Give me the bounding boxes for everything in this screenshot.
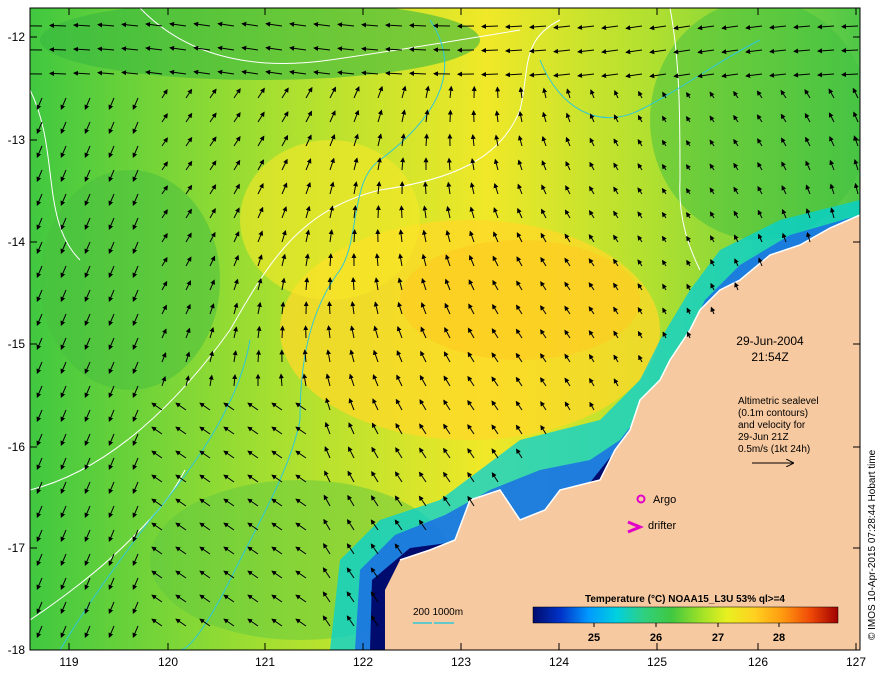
velocity-vector <box>50 49 66 50</box>
bathymetry-legend-label: 200 1000m <box>413 607 463 618</box>
timestamp-block: 29-Jun-2004 21:54Z <box>700 333 840 365</box>
lon-tick-label: 121 <box>255 655 275 669</box>
argo-label: Argo <box>653 494 676 506</box>
drifter-label: drifter <box>648 520 676 532</box>
altimetry-info-line: (0.1m contours) <box>738 408 858 420</box>
altimetry-info: Altimetric sealevel(0.1m contours)and ve… <box>738 396 858 456</box>
altimetry-info-line: 29-Jun 21Z <box>738 432 858 444</box>
velocity-vector <box>497 87 498 98</box>
colorbar-tick-label: 26 <box>650 632 662 644</box>
velocity-vector <box>282 326 283 338</box>
altimetry-info-line: 0.5m/s (1kt 24h) <box>738 444 858 456</box>
lon-tick-label: 127 <box>846 655 866 669</box>
lat-tick-label: -12 <box>8 30 26 44</box>
lon-tick-label: 122 <box>353 655 373 669</box>
velocity-vector <box>50 25 66 26</box>
velocity-vector <box>482 26 498 27</box>
velocity-vector <box>378 206 379 218</box>
velocity-vector <box>410 25 426 26</box>
velocity-vector <box>410 49 426 50</box>
colorbar-tick-label: 25 <box>588 632 600 644</box>
lat-tick-label: -18 <box>8 643 26 657</box>
cool-patch-northeast <box>650 0 870 240</box>
velocity-vector <box>50 73 66 74</box>
velocity-vector <box>482 50 498 51</box>
altimetry-info-line: and velocity for <box>738 420 858 432</box>
lat-tick-label: -14 <box>8 235 26 249</box>
credit-text: © IMOS 10-Apr-2015 07:28:44 Hobart time <box>867 450 878 640</box>
velocity-vector <box>842 74 858 75</box>
lat-tick-label: -17 <box>8 541 26 555</box>
lat-tick-label: -13 <box>8 133 26 147</box>
lat-tick-label: -15 <box>8 337 26 351</box>
lon-tick-label: 119 <box>59 655 78 669</box>
lon-tick-label: 120 <box>158 655 178 669</box>
velocity-vector <box>329 302 330 314</box>
cool-patch-north <box>40 0 480 80</box>
sst-map: 119 120 121 122 123 124 125 126 127 -12 -13 -14 -15 -… <box>0 0 880 680</box>
velocity-vector <box>842 50 858 51</box>
warm-patch-west <box>240 140 420 300</box>
velocity-vector <box>450 111 451 122</box>
velocity-vector <box>401 206 402 218</box>
velocity-vector <box>482 74 498 75</box>
colorbar-tick-label: 27 <box>712 632 724 644</box>
warm-core <box>400 240 640 360</box>
velocity-vector <box>410 73 426 74</box>
altimetry-info-line: Altimetric sealevel <box>738 396 858 408</box>
colorbar-tick-label: 28 <box>773 632 785 644</box>
velocity-vector <box>354 230 355 242</box>
colorbar-title: Temperature (°C) NOAA15_L3U 53% ql>=4 <box>585 594 785 605</box>
lon-tick-label: 126 <box>748 655 768 669</box>
lon-tick-label: 124 <box>549 655 569 669</box>
lat-tick-label: -16 <box>8 440 26 454</box>
time-label: 21:54Z <box>700 349 840 365</box>
date-label: 29-Jun-2004 <box>700 333 840 349</box>
lon-tick-label: 125 <box>647 655 667 669</box>
colorbar <box>533 607 838 623</box>
lon-tick-label: 123 <box>451 655 471 669</box>
cool-patch-west <box>40 170 220 390</box>
plot-area <box>26 0 870 650</box>
velocity-vector <box>842 26 858 27</box>
